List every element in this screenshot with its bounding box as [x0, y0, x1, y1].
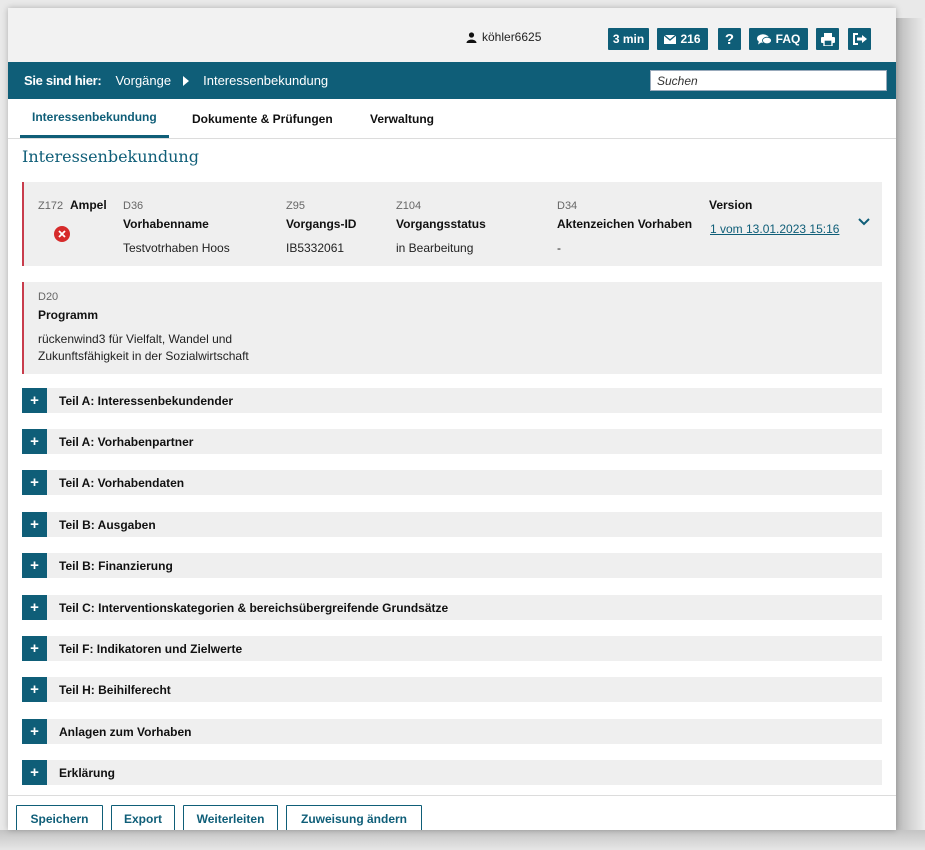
vorgangs-id-code: Z95 [286, 200, 305, 212]
aktenzeichen-label: Aktenzeichen Vorhaben [557, 217, 693, 231]
tab-dokumente-pruefungen[interactable]: Dokumente & Prüfungen [192, 99, 333, 138]
programm-code: D20 [38, 291, 59, 303]
help-icon: ? [724, 30, 735, 48]
section-label: Teil A: Interessenbekundender [59, 393, 234, 408]
top-header: köhler6625 3 min 216 ? FAQ [8, 8, 896, 62]
section-erklaerung[interactable]: + Erklärung [22, 760, 882, 785]
section-label: Teil A: Vorhabendaten [59, 475, 185, 490]
vorgangs-id-label: Vorgangs-ID [286, 217, 357, 231]
expand-plus-icon[interactable]: + [22, 553, 47, 578]
section-teil-f-indikatoren[interactable]: + Teil F: Indikatoren und Zielwerte [22, 636, 882, 661]
error-status-icon [54, 226, 70, 242]
breadcrumb-separator-icon [183, 75, 190, 86]
print-icon [820, 32, 835, 46]
search-input[interactable]: Suchen [650, 70, 887, 91]
program-panel: D20 Programm rückenwind3 für Vielfalt, W… [22, 282, 882, 374]
section-label: Erklärung [59, 765, 116, 780]
envelope-icon [664, 34, 677, 44]
application-window: köhler6625 3 min 216 ? FAQ Sie sind hier… [8, 8, 896, 830]
ampel-label: Ampel [70, 198, 107, 212]
expand-plus-icon[interactable]: + [22, 470, 47, 495]
vorgangs-id-value: IB5332061 [286, 241, 345, 255]
vorhabenname-code: D36 [123, 200, 144, 212]
section-teil-b-ausgaben[interactable]: + Teil B: Ausgaben [22, 512, 882, 537]
tab-bar: Interessenbekundung Dokumente & Prüfunge… [8, 99, 896, 139]
version-label: Version [709, 198, 753, 212]
print-button[interactable] [816, 28, 839, 50]
section-label: Teil A: Vorhabenpartner [59, 434, 194, 449]
page-shadow-right [896, 18, 925, 850]
logout-button[interactable] [848, 28, 871, 50]
section-teil-a-vorhabenpartner[interactable]: + Teil A: Vorhabenpartner [22, 429, 882, 454]
user-info[interactable]: köhler6625 [466, 30, 541, 44]
sign-out-icon [852, 33, 867, 45]
section-label: Teil B: Ausgaben [59, 517, 156, 532]
save-button[interactable]: Speichern [16, 805, 103, 830]
vorgangsstatus-label: Vorgangsstatus [396, 217, 486, 231]
section-label: Teil F: Indikatoren und Zielwerte [59, 641, 243, 656]
session-timer: 3 min [612, 32, 645, 46]
tab-interessenbekundung[interactable]: Interessenbekundung [20, 99, 169, 138]
expand-plus-icon[interactable]: + [22, 595, 47, 620]
breadcrumb: Sie sind hier: Vorgänge Interessenbekund… [8, 62, 896, 99]
section-anlagen-zum-vorhaben[interactable]: + Anlagen zum Vorhaben [22, 719, 882, 744]
faq-button[interactable]: FAQ [749, 28, 808, 50]
username: köhler6625 [482, 30, 542, 44]
page-title: Interessenbekundung [22, 147, 199, 166]
forward-button[interactable]: Weiterleiten [183, 805, 278, 830]
expand-plus-icon[interactable]: + [22, 636, 47, 661]
footer-toolbar: Speichern Export Weiterleiten Zuweisung … [8, 795, 896, 830]
vorgangsstatus-value: in Bearbeitung [396, 241, 474, 255]
change-assignment-button[interactable]: Zuweisung ändern [286, 805, 422, 830]
vorgangsstatus-code: Z104 [396, 200, 422, 212]
section-teil-a-interessenbekundender[interactable]: + Teil A: Interessenbekundender [22, 388, 882, 413]
comments-icon [756, 33, 772, 44]
chevron-down-icon[interactable] [858, 218, 870, 226]
section-teil-b-finanzierung[interactable]: + Teil B: Finanzierung [22, 553, 882, 578]
section-teil-a-vorhabendaten[interactable]: + Teil A: Vorhabendaten [22, 470, 882, 495]
expand-plus-icon[interactable]: + [22, 429, 47, 454]
breadcrumb-item-vorgaenge[interactable]: Vorgänge [115, 73, 171, 88]
breadcrumb-label: Sie sind hier: [24, 73, 102, 88]
programm-label: Programm [38, 308, 99, 322]
section-label: Anlagen zum Vorhaben [59, 724, 192, 739]
faq-label: FAQ [775, 32, 801, 46]
export-button[interactable]: Export [111, 805, 175, 830]
info-panel: Z172 Ampel D36 Vorhabenname Testvotrhabe… [22, 182, 882, 266]
expand-plus-icon[interactable]: + [22, 719, 47, 744]
section-label: Teil C: Interventionskategorien & bereic… [59, 600, 449, 615]
section-label: Teil B: Finanzierung [59, 558, 173, 573]
messages-count: 216 [680, 32, 701, 46]
breadcrumb-item-interessenbekundung[interactable]: Interessenbekundung [203, 73, 328, 88]
vorhabenname-label: Vorhabenname [123, 217, 209, 231]
programm-value-line1: rückenwind3 für Vielfalt, Wandel und [38, 332, 233, 346]
section-label: Teil H: Beihilferecht [59, 682, 171, 697]
page-shadow-bottom [0, 830, 925, 850]
ampel-code: Z172 [38, 200, 64, 212]
expand-plus-icon[interactable]: + [22, 760, 47, 785]
expand-plus-icon[interactable]: + [22, 677, 47, 702]
aktenzeichen-value: - [557, 241, 561, 255]
aktenzeichen-code: D34 [557, 200, 578, 212]
section-teil-c-interventionskategorien[interactable]: + Teil C: Interventionskategorien & bere… [22, 595, 882, 620]
user-icon [466, 31, 477, 43]
programm-value-line2: Zukunftsfähigkeit in der Sozialwirtschaf… [38, 349, 249, 363]
version-link[interactable]: 1 vom 13.01.2023 15:16 [710, 222, 839, 236]
panel-gap [338, 266, 386, 282]
expand-plus-icon[interactable]: + [22, 512, 47, 537]
help-button[interactable]: ? [718, 28, 741, 50]
tab-verwaltung[interactable]: Verwaltung [370, 99, 434, 138]
expand-plus-icon[interactable]: + [22, 388, 47, 413]
messages-button[interactable]: 216 [657, 28, 708, 50]
section-teil-h-beihilferecht[interactable]: + Teil H: Beihilferecht [22, 677, 882, 702]
vorhabenname-value: Testvotrhaben Hoos [123, 241, 230, 255]
session-timer-button[interactable]: 3 min [608, 28, 649, 50]
